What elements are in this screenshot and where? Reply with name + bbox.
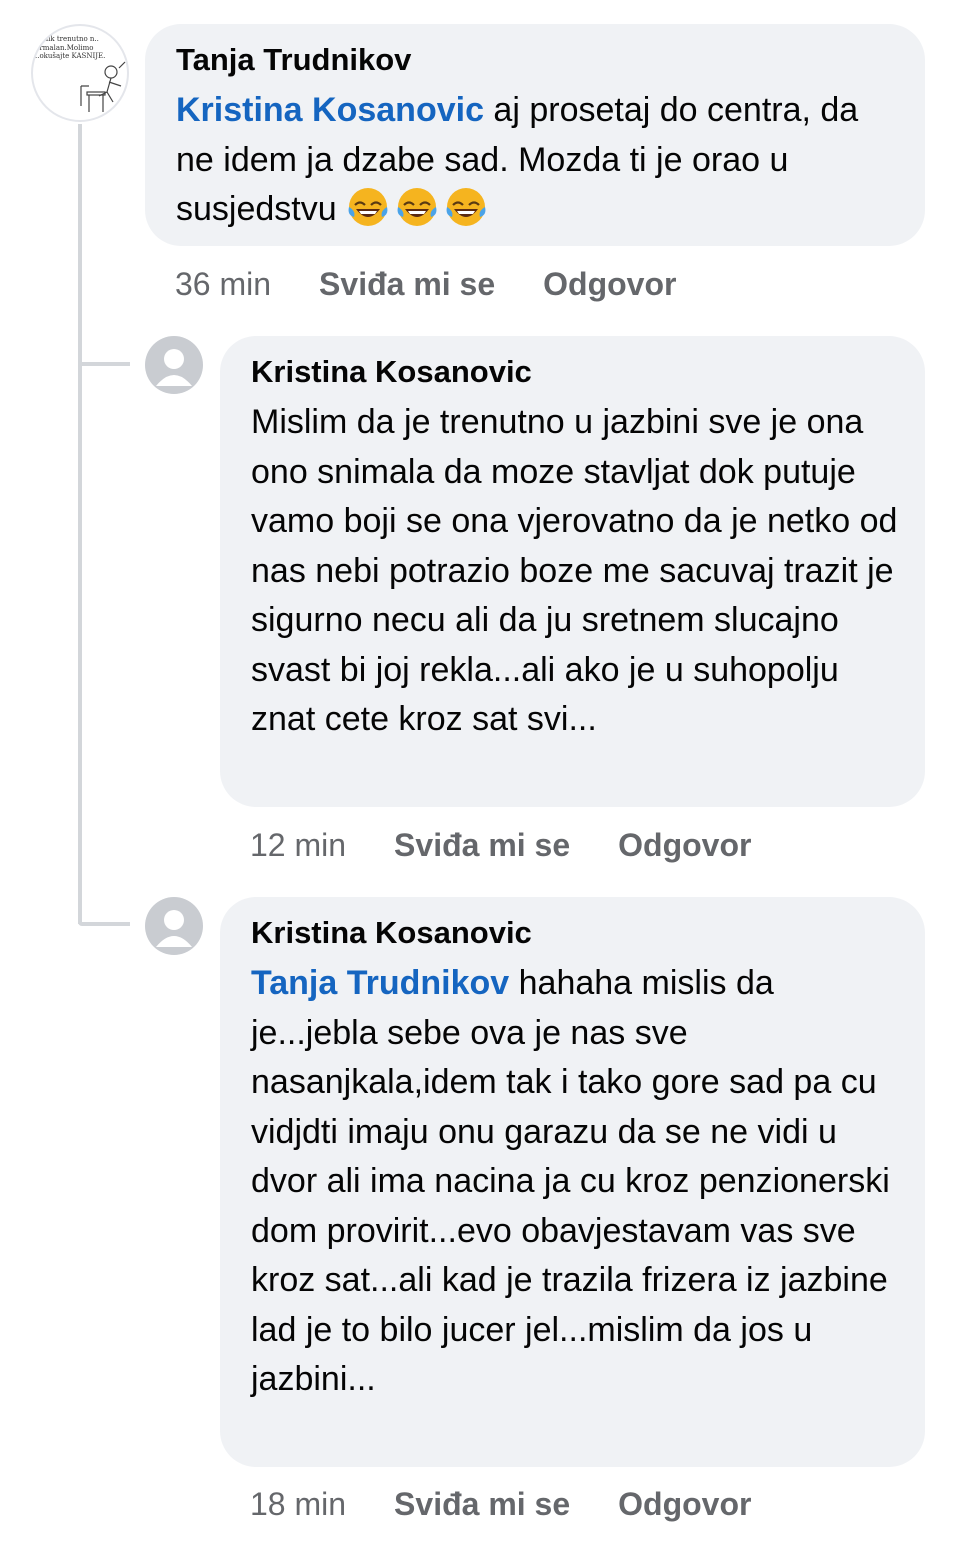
reply-button[interactable]: Odgovor bbox=[543, 266, 676, 302]
like-button[interactable]: Sviđa mi se bbox=[319, 266, 495, 302]
face-with-tears-of-joy-emoji bbox=[397, 188, 437, 226]
default-user-icon bbox=[156, 349, 192, 386]
reply-button[interactable]: Odgovor bbox=[618, 1486, 751, 1522]
thread-line-branch-2 bbox=[78, 922, 130, 926]
avatar[interactable]: ..anik trenutno n.. ..rmalan.Molimo ..ok… bbox=[31, 24, 129, 122]
comment-author[interactable]: Kristina Kosanovic bbox=[251, 913, 903, 953]
mention-link[interactable]: Kristina Kosanovic bbox=[176, 91, 484, 129]
thread-line-branch-1 bbox=[78, 362, 130, 366]
avatar[interactable] bbox=[145, 336, 203, 394]
comment-bubble: Kristina Kosanovic Tanja Trudnikov hahah… bbox=[220, 897, 925, 1467]
comment-timestamp: 18 min bbox=[250, 1486, 347, 1522]
comment-bubble: Tanja Trudnikov Kristina Kosanovic aj pr… bbox=[145, 24, 925, 246]
comment-author[interactable]: Tanja Trudnikov bbox=[176, 40, 901, 80]
comment-actions: 12 min Sviđa mi se Odgovor bbox=[250, 825, 799, 865]
comment-actions: 18 min Sviđa mi se Odgovor bbox=[250, 1484, 799, 1524]
reply-button[interactable]: Odgovor bbox=[618, 827, 751, 863]
like-button[interactable]: Sviđa mi se bbox=[394, 827, 570, 863]
comment-author[interactable]: Kristina Kosanovic bbox=[251, 352, 903, 392]
like-button[interactable]: Sviđa mi se bbox=[394, 1486, 570, 1522]
avatar[interactable] bbox=[145, 897, 203, 955]
comment-text: Tanja Trudnikov hahaha mislis da je...je… bbox=[251, 959, 903, 1405]
comment-timestamp: 36 min bbox=[175, 266, 272, 302]
mention-link[interactable]: Tanja Trudnikov bbox=[251, 964, 509, 1002]
comment-bubble: Kristina Kosanovic Mislim da je trenutno… bbox=[220, 336, 925, 807]
face-with-tears-of-joy-emoji bbox=[348, 188, 388, 226]
comment-actions: 36 min Sviđa mi se Odgovor bbox=[175, 264, 724, 304]
thread-line-vertical bbox=[78, 124, 82, 924]
comment-text: Kristina Kosanovic aj prosetaj do centra… bbox=[176, 86, 901, 235]
avatar-drawing-icon bbox=[80, 61, 126, 112]
comment-timestamp: 12 min bbox=[250, 827, 347, 863]
comment-body: hahaha mislis da je...jebla sebe ova je … bbox=[251, 964, 900, 1398]
default-user-icon bbox=[156, 910, 192, 947]
comment-text: Mislim da je trenutno u jazbini sve je o… bbox=[251, 403, 907, 738]
face-with-tears-of-joy-emoji bbox=[446, 188, 486, 226]
